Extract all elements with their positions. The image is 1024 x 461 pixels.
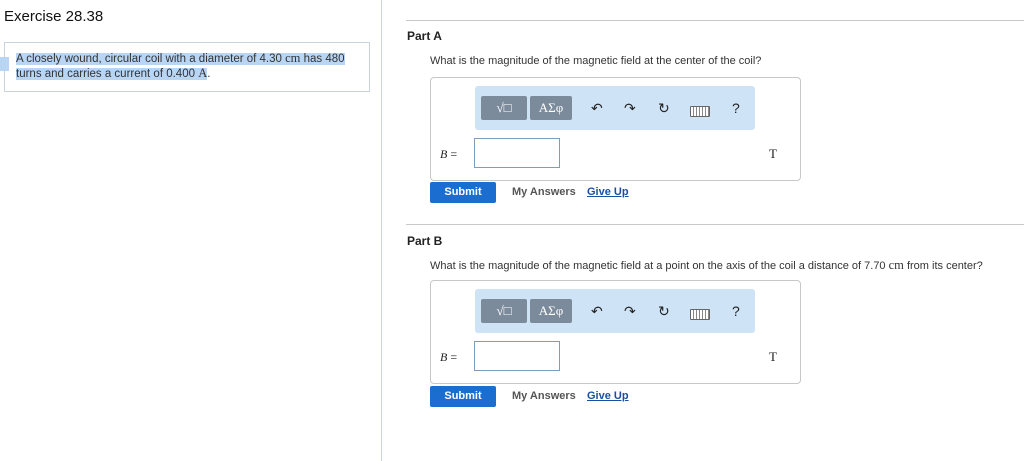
help-icon[interactable]: ?	[732, 301, 740, 321]
reset-icon[interactable]: ↻	[658, 98, 670, 118]
part-a-variable-label: B =	[440, 147, 458, 161]
part-b-submit-button[interactable]: Submit	[430, 386, 496, 407]
problem-statement[interactable]: A closely wound, circular coil with a di…	[16, 51, 366, 81]
part-a-answer-input[interactable]	[474, 138, 560, 168]
selection-highlight	[0, 57, 9, 71]
problem-pane: Exercise 28.38 A closely wound, circular…	[0, 0, 382, 461]
part-a-divider	[406, 20, 1024, 21]
redo-icon[interactable]: ↷	[624, 98, 636, 118]
part-b-my-answers-link[interactable]: My Answers	[512, 390, 576, 402]
keyboard-icon[interactable]	[690, 309, 710, 320]
keyboard-icon[interactable]	[690, 106, 710, 117]
part-b-unit: T	[769, 349, 777, 364]
reset-icon[interactable]: ↻	[658, 301, 670, 321]
symbols-button[interactable]: ΑΣφ	[530, 299, 572, 323]
part-a-unit: T	[769, 146, 777, 161]
templates-button[interactable]: √□	[481, 96, 527, 120]
redo-icon[interactable]: ↷	[624, 301, 636, 321]
part-a-question: What is the magnitude of the magnetic fi…	[430, 55, 762, 67]
part-a-label: Part A	[407, 29, 442, 43]
part-a-answer-box: √□ ΑΣφ ↶ ↷ ↻ ? B = T	[430, 77, 801, 181]
undo-icon[interactable]: ↶	[591, 98, 603, 118]
undo-icon[interactable]: ↶	[591, 301, 603, 321]
part-a-my-answers-link[interactable]: My Answers	[512, 186, 576, 198]
part-b-divider	[406, 224, 1024, 225]
help-icon[interactable]: ?	[732, 98, 740, 118]
part-a-submit-button[interactable]: Submit	[430, 182, 496, 203]
templates-button[interactable]: √□	[481, 299, 527, 323]
symbols-button[interactable]: ΑΣφ	[530, 96, 572, 120]
problem-statement-box: A closely wound, circular coil with a di…	[0, 42, 370, 92]
part-b-label: Part B	[407, 234, 443, 248]
part-a-give-up-link[interactable]: Give Up	[587, 186, 629, 198]
part-b-math-toolbar: √□ ΑΣφ ↶ ↷ ↻ ?	[475, 289, 755, 333]
exercise-title: Exercise 28.38	[4, 8, 104, 25]
part-b-answer-input[interactable]	[474, 341, 560, 371]
part-b-variable-label: B =	[440, 350, 458, 364]
part-b-answer-box: √□ ΑΣφ ↶ ↷ ↻ ? B = T	[430, 280, 801, 384]
part-a-math-toolbar: √□ ΑΣφ ↶ ↷ ↻ ?	[475, 86, 755, 130]
part-b-give-up-link[interactable]: Give Up	[587, 390, 629, 402]
part-b-question: What is the magnitude of the magnetic fi…	[430, 258, 983, 272]
